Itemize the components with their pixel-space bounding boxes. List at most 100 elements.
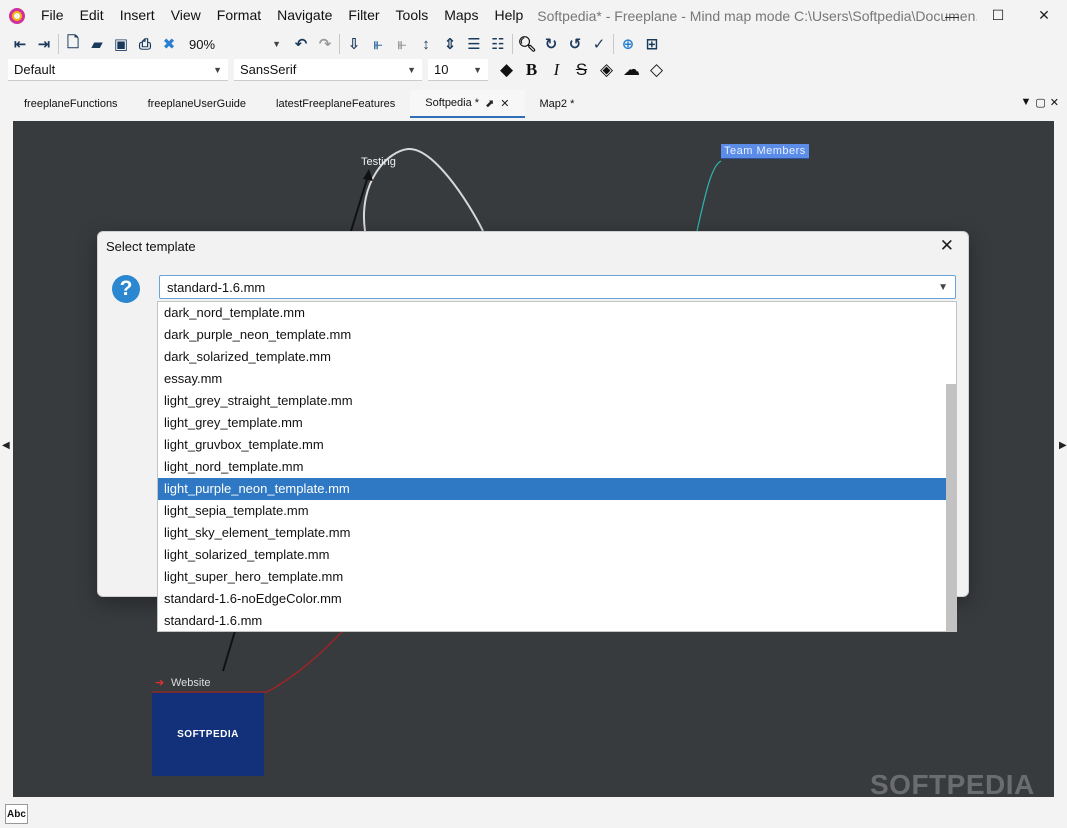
menu-tools[interactable]: Tools [388,0,437,31]
undo-icon[interactable]: ↶ [289,32,313,56]
main-toolbar: ⇤ ⇥ 🗋 ▰ ▣ ⎙ ✖ 90% ▼ ↶ ↷ ⇩ ⫦ ⫦ ↕ ⇕ ☰ ☷ 🔍︎… [0,31,1067,57]
navigate-forward-icon[interactable]: ⇥ [32,32,56,56]
toolbar-separator [58,34,59,54]
save-icon[interactable]: ▣ [109,32,133,56]
template-option[interactable]: light_solarized_template.mm [158,544,947,566]
style-value: Default [14,62,56,77]
strikethrough-button[interactable]: S [569,58,594,82]
restore-icon[interactable]: ▢ [1035,96,1045,109]
menu-file[interactable]: File [33,0,72,31]
vertical-gap-icon[interactable]: ↕ [414,32,438,56]
template-option[interactable]: standard-1.6.mm [158,610,947,632]
navigate-back-icon[interactable]: ⇤ [8,32,32,56]
find-next-icon[interactable]: ↻ [539,32,563,56]
template-option[interactable]: light_grey_template.mm [158,412,947,434]
template-option[interactable]: dark_solarized_template.mm [158,346,947,368]
menu-filter[interactable]: Filter [340,0,387,31]
outline-icon[interactable]: ☷ [486,32,510,56]
template-option[interactable]: essay.mm [158,368,947,390]
text-color-icon[interactable]: ◆ [494,58,519,82]
node-left-icon[interactable]: ⫦ [366,32,390,56]
toolbar-separator [512,34,513,54]
align-icon[interactable]: ⇕ [438,32,462,56]
italic-button[interactable]: I [544,58,569,82]
menu-view[interactable]: View [163,0,209,31]
find-previous-icon[interactable]: ↺ [563,32,587,56]
node-image[interactable]: SOFTPEDIA [152,693,264,776]
cloud-icon[interactable]: ☁ [619,58,644,82]
close-window-button[interactable]: ✕ [1021,0,1067,31]
open-folder-icon[interactable]: ▰ [85,32,109,56]
menu-maps[interactable]: Maps [436,0,486,31]
template-option[interactable]: light_sky_element_template.mm [158,522,947,544]
menu-edit[interactable]: Edit [72,0,112,31]
left-panel-toggle-icon[interactable]: ◀ [2,440,10,451]
close-tab-icon[interactable]: ✕ [500,97,509,110]
paste-node-icon[interactable]: ⇩ [342,32,366,56]
spellcheck-button[interactable]: Abc [5,804,28,824]
tab-list-icon[interactable]: ▼ [1020,96,1031,109]
tab-freeplane-user-guide[interactable]: freeplaneUserGuide [133,90,261,118]
dialog-close-button[interactable]: ✕ [940,236,954,256]
template-option[interactable]: light_grey_straight_template.mm [158,390,947,412]
toolbar-separator [339,34,340,54]
tab-map2[interactable]: Map2 * [525,90,590,118]
menu-navigate[interactable]: Navigate [269,0,340,31]
node-testing[interactable]: Testing [361,156,396,168]
maximize-button[interactable]: ☐ [975,0,1021,31]
template-option[interactable]: standard-1.6-noEdgeColor.mm [158,588,947,610]
status-bar: Abc [0,800,1067,828]
bold-button[interactable]: B [519,58,544,82]
tab-freeplane-functions[interactable]: freeplaneFunctions [9,90,133,118]
font-family-select[interactable]: SansSerif ▼ [234,59,422,81]
search-icon[interactable]: 🔍︎ [515,32,539,56]
template-option[interactable]: dark_nord_template.mm [158,302,947,324]
node-right-icon[interactable]: ⫦ [390,32,414,56]
tab-latest-features[interactable]: latestFreeplaneFeatures [261,90,410,118]
tab-softpedia[interactable]: Softpedia * ⬈ ✕ [410,90,525,118]
template-option[interactable]: light_purple_neon_template.mm [158,478,947,500]
tab-label: Softpedia * [425,97,480,109]
softpedia-watermark: SOFTPEDIA [870,769,1035,797]
close-map-icon[interactable]: ✖ [157,32,181,56]
menu-format[interactable]: Format [209,0,269,31]
minimize-button[interactable]: — [929,0,975,31]
add-child-node-icon[interactable]: ⊞ [640,32,664,56]
background-color-icon[interactable]: ◈ [594,58,619,82]
node-team-members[interactable]: Team Members [721,144,809,159]
zoom-value: 90% [189,36,216,52]
cloud-color-icon[interactable]: ◇ [644,58,669,82]
right-panel-toggle-icon[interactable]: ▶ [1059,440,1067,451]
pin-icon[interactable]: ⬈ [485,97,494,110]
chevron-down-icon: ▼ [938,281,948,293]
freeplane-logo-icon [9,7,25,24]
expand-list-icon[interactable]: ☰ [462,32,486,56]
print-icon[interactable]: ⎙ [133,32,157,56]
menu-insert[interactable]: Insert [112,0,163,31]
zoom-select[interactable]: 90% ▼ [185,33,285,55]
redo-icon[interactable]: ↷ [313,32,337,56]
template-option[interactable]: light_sepia_template.mm [158,500,947,522]
title-menu-bar: File Edit Insert View Format Navigate Fi… [0,0,1067,31]
style-select[interactable]: Default ▼ [8,59,228,81]
question-icon: ? [112,275,140,303]
image-logo-text: SOFTPEDIA [177,729,239,740]
chevron-down-icon: ▼ [272,39,281,49]
dropdown-scrollbar-thumb[interactable] [946,384,956,631]
map-tabs: freeplaneFunctions freeplaneUserGuide la… [9,90,1059,118]
menu-help[interactable]: Help [486,0,531,31]
chevron-down-icon: ▼ [213,64,222,75]
add-node-icon[interactable]: ⊕ [616,32,640,56]
template-option[interactable]: light_gruvbox_template.mm [158,434,947,456]
font-size-select[interactable]: 10 ▼ [428,59,488,81]
template-option[interactable]: light_super_hero_template.mm [158,566,947,588]
edge-website-red [264,630,344,694]
template-option[interactable]: light_nord_template.mm [158,456,947,478]
node-website[interactable]: Website [171,677,211,689]
clear-filter-icon[interactable]: ✓ [587,32,611,56]
template-select[interactable]: standard-1.6.mm ▼ [159,275,956,299]
template-option[interactable]: dark_purple_neon_template.mm [158,324,947,346]
new-map-icon[interactable]: 🗋 [61,32,85,56]
tab-controls: ▼ ▢ ✕ [1020,96,1059,109]
close-all-icon[interactable]: ✕ [1050,96,1059,109]
